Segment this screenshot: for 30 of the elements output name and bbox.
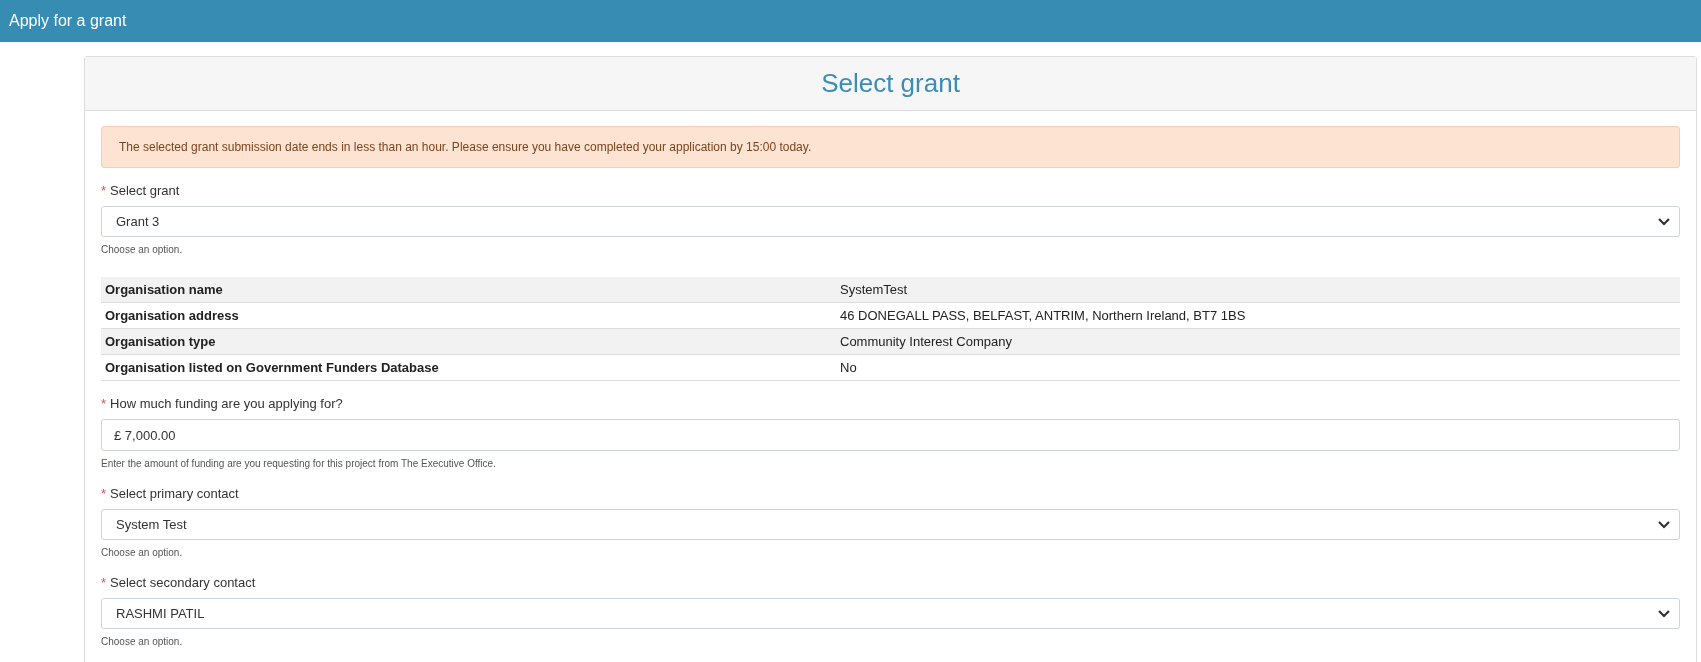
required-marker: * xyxy=(101,183,107,198)
chevron-down-icon xyxy=(1657,216,1671,227)
chevron-down-icon xyxy=(1657,608,1671,619)
select-dropdown[interactable]: RASHMI PATIL xyxy=(101,598,1680,629)
select-dropdown[interactable]: System Test xyxy=(101,509,1680,540)
field-label: Select primary contact xyxy=(110,486,239,501)
detail-label: Organisation address xyxy=(104,306,240,325)
detail-value: SystemTest xyxy=(840,280,908,299)
field-label: Select grant xyxy=(110,183,180,198)
detail-label: Organisation listed on Government Funders Database xyxy=(104,358,440,377)
detail-label: Organisation type xyxy=(104,332,217,351)
chevron-down-icon xyxy=(1657,519,1671,530)
help-text: Choose an option. xyxy=(101,635,184,649)
required-marker: * xyxy=(101,396,107,411)
detail-label: Organisation name xyxy=(104,280,224,299)
detail-value: No xyxy=(840,358,857,377)
detail-value: Community Interest Company xyxy=(840,332,1012,351)
card-title: Select grant xyxy=(821,67,960,100)
field-label: Select secondary contact xyxy=(110,575,256,590)
help-text: Choose an option. xyxy=(101,546,184,560)
required-marker: * xyxy=(101,486,107,501)
warning-alert: The selected grant submission date ends in less than an hour. Please ensure you have completed your application by 15:00 today. xyxy=(101,126,1680,168)
detail-value: 46 DONEGALL PASS, BELFAST, ANTRIM, Northern Ireland, BT7 1BS xyxy=(840,306,1246,325)
select-dropdown[interactable]: Grant 3 xyxy=(101,206,1680,237)
page-title: Apply for a grant xyxy=(9,11,127,31)
help-text: Choose an option. xyxy=(101,243,184,257)
required-marker: * xyxy=(101,575,107,590)
field-label: How much funding are you applying for? xyxy=(110,396,343,411)
input-field[interactable]: £ 7,000.00 xyxy=(101,419,1680,451)
help-text: Enter the amount of funding are you requesting for this project from The Executive Office. xyxy=(101,457,497,471)
